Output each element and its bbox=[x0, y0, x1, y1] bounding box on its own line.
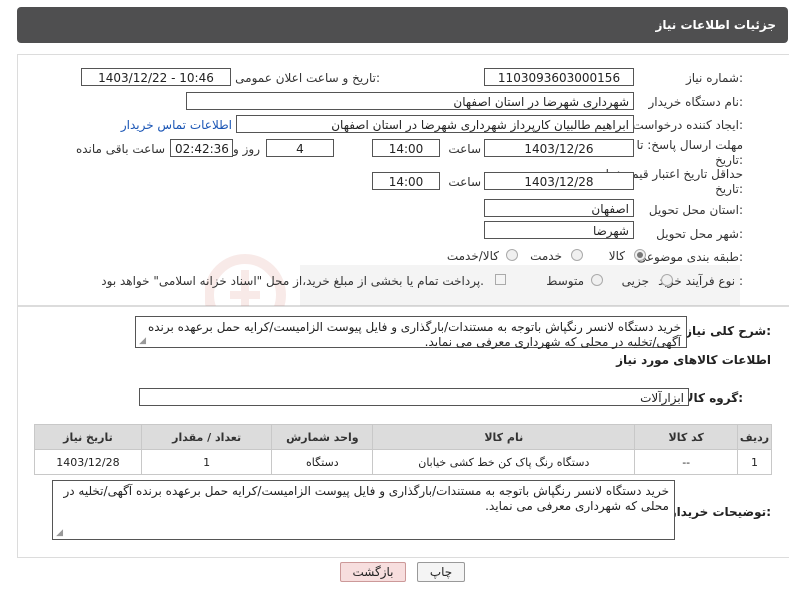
price-validity-time-label: ساعت bbox=[448, 175, 481, 189]
deadline-time-field: 14:00 bbox=[372, 139, 440, 157]
category-goods-service-radio[interactable] bbox=[506, 249, 518, 261]
buyer-org-field: شهرداری شهرضا در استان اصفهان bbox=[186, 92, 634, 110]
category-goods-radio[interactable] bbox=[634, 249, 646, 261]
description-label: شرح کلی نیاز: bbox=[685, 324, 771, 338]
remaining-time-field: 02:42:36 bbox=[170, 139, 233, 157]
announce-datetime-label: تاریخ و ساعت اعلان عمومی: bbox=[235, 71, 380, 85]
price-validity-date-field: 1403/12/28 bbox=[484, 172, 634, 190]
process-minor-radio[interactable] bbox=[661, 274, 673, 286]
creator-field: ابراهیم طالبیان کارپرداز شهرداری شهرضا د… bbox=[236, 115, 634, 133]
col-header-goods-code: کد کالا bbox=[634, 424, 739, 450]
city-field: شهرضا bbox=[484, 221, 634, 239]
price-validity-time-field: 14:00 bbox=[372, 172, 440, 190]
page-title: جزئیات اطلاعات نیاز bbox=[655, 18, 776, 32]
goods-section-title: اطلاعات کالاهای مورد نیاز bbox=[616, 353, 771, 367]
col-header-need-date: تاریخ نیاز bbox=[34, 424, 142, 450]
province-field: اصفهان bbox=[484, 199, 634, 217]
deadline-date-label: تاریخ: bbox=[715, 153, 743, 167]
deadline-time-label: ساعت bbox=[448, 142, 481, 156]
cell-row-number: 1 bbox=[737, 449, 772, 475]
buyer-contact-link[interactable]: اطلاعات تماس خریدار bbox=[121, 118, 232, 132]
cell-goods-name: دستگاه رنگ پاک کن خط کشی خیابان bbox=[372, 449, 636, 475]
print-button[interactable]: چاپ bbox=[417, 562, 465, 582]
category-service-label: خدمت bbox=[530, 249, 562, 263]
category-label: طبقه بندی موضوعی: bbox=[636, 250, 743, 264]
cell-need-date: 1403/12/28 bbox=[34, 449, 142, 475]
goods-group-label: گروه کالا: bbox=[684, 391, 743, 405]
buyer-notes-text: خرید دستگاه لانسر رنگپاش باتوجه به مستند… bbox=[63, 484, 669, 513]
buyer-notes-label: توضیحات خریدار: bbox=[669, 505, 771, 519]
remaining-time-label: ساعت باقی مانده bbox=[75, 142, 165, 156]
treasury-payment-checkbox[interactable] bbox=[495, 274, 506, 285]
days-remaining-field: 4 bbox=[266, 139, 334, 157]
cell-goods-code: -- bbox=[634, 449, 739, 475]
table-row: 1 -- دستگاه رنگ پاک کن خط کشی خیابان دست… bbox=[34, 449, 772, 475]
province-label: استان محل تحویل: bbox=[648, 203, 743, 217]
goods-group-field: ابزارآلات bbox=[139, 388, 689, 406]
need-number-field: 1103093603000156 bbox=[484, 68, 634, 86]
treasury-payment-label: پرداخت تمام یا بخشی از مبلغ خرید،از محل … bbox=[101, 274, 484, 288]
col-header-unit: واحد شمارش bbox=[271, 424, 374, 450]
deadline-label: مهلت ارسال پاسخ: تا bbox=[636, 138, 743, 152]
cell-quantity: 1 bbox=[140, 449, 273, 475]
buyer-notes-textarea[interactable]: خرید دستگاه لانسر رنگپاش باتوجه به مستند… bbox=[52, 480, 675, 540]
back-button[interactable]: بازگشت bbox=[340, 562, 406, 582]
category-goods-label: کالا bbox=[608, 249, 625, 263]
deadline-date-field: 1403/12/26 bbox=[484, 139, 634, 157]
page-header: جزئیات اطلاعات نیاز bbox=[17, 7, 788, 43]
goods-table: ردیف کد کالا نام کالا واحد شمارش تعداد /… bbox=[34, 424, 772, 475]
col-header-row-number: ردیف bbox=[737, 424, 772, 450]
price-validity-date-label: تاریخ: bbox=[715, 182, 743, 196]
description-textarea[interactable]: خرید دستگاه لانسر رنگپاش باتوجه به مستند… bbox=[135, 316, 687, 349]
resize-grip-icon[interactable]: ◢ bbox=[138, 337, 146, 346]
city-label: شهر محل تحویل: bbox=[656, 227, 743, 241]
resize-grip-icon[interactable]: ◢ bbox=[55, 529, 63, 538]
category-service-radio[interactable] bbox=[571, 249, 583, 261]
buyer-org-label: نام دستگاه خریدار: bbox=[648, 95, 744, 109]
process-medium-radio[interactable] bbox=[591, 274, 603, 286]
col-header-goods-name: نام کالا bbox=[372, 424, 636, 450]
announce-datetime-field: 1403/12/22 - 10:46 bbox=[81, 68, 231, 86]
table-header-row: ردیف کد کالا نام کالا واحد شمارش تعداد /… bbox=[34, 424, 772, 450]
category-goods-service-label: کالا/خدمت bbox=[446, 249, 499, 263]
creator-label: ایجاد کننده درخواست: bbox=[632, 118, 743, 132]
process-minor-label: جزیی bbox=[621, 274, 649, 288]
cell-unit: دستگاه bbox=[271, 449, 374, 475]
process-medium-label: متوسط bbox=[546, 274, 584, 288]
description-text: خرید دستگاه لانسر رنگپاش باتوجه به مستند… bbox=[147, 320, 681, 349]
need-number-label: شماره نیاز: bbox=[685, 71, 743, 85]
days-label: روز و bbox=[233, 142, 260, 156]
col-header-quantity: تعداد / مقدار bbox=[140, 424, 273, 450]
